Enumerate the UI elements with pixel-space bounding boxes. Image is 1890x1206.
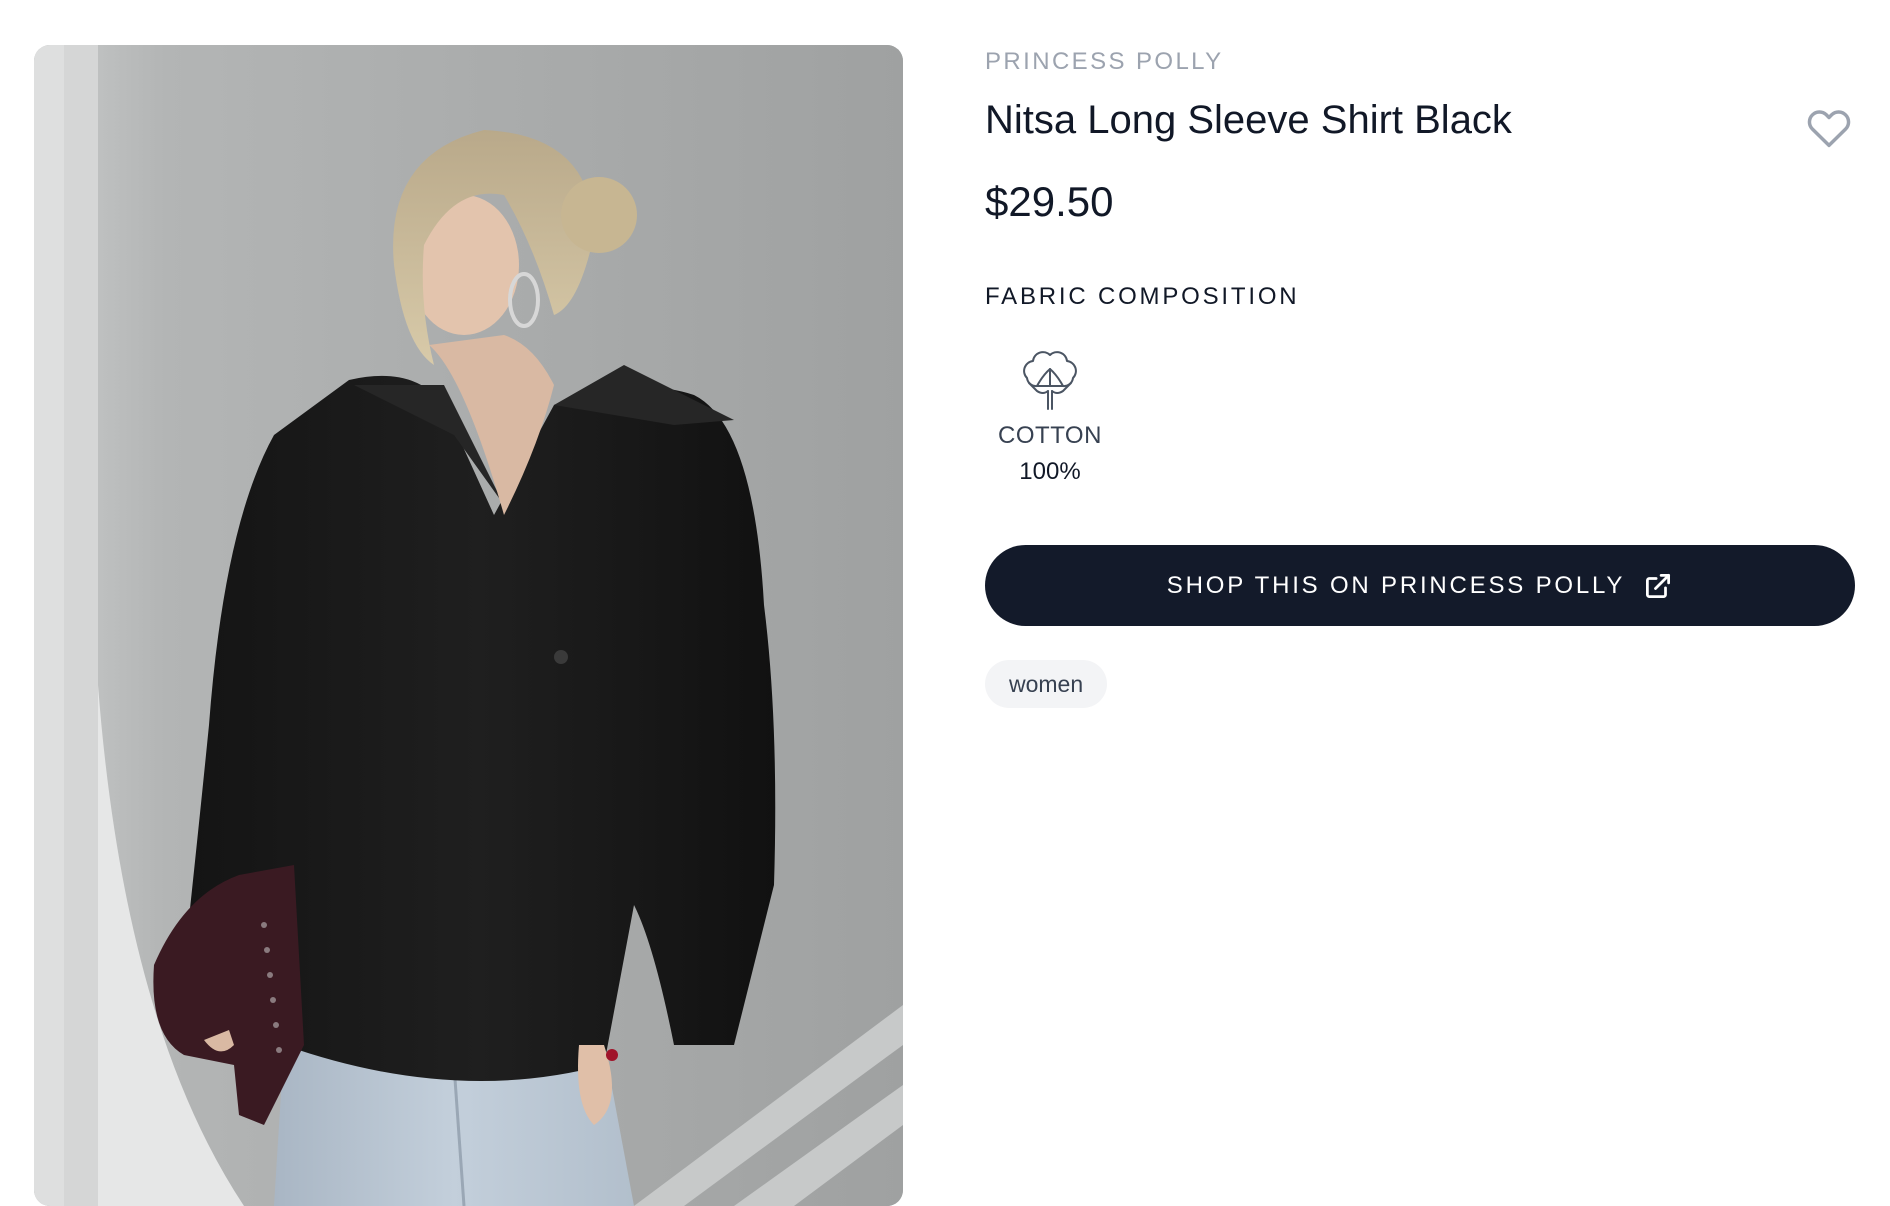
- tag-women[interactable]: women: [985, 660, 1108, 708]
- product-photo-illustration: [34, 45, 903, 1206]
- heart-outline-icon: [1807, 110, 1851, 148]
- product-image[interactable]: [34, 45, 903, 1206]
- fabric-item-cotton: COTTON 100%: [985, 345, 1115, 486]
- product-price: $29.50: [985, 178, 1114, 225]
- cotton-flower-icon: [1023, 351, 1077, 410]
- external-link-icon: [1646, 573, 1671, 598]
- brand-name[interactable]: PRINCESS POLLY: [985, 48, 1224, 76]
- shop-external-button[interactable]: SHOP THIS ON PRINCESS POLLY: [985, 545, 1855, 626]
- shop-button-label: SHOP THIS ON PRINCESS POLLY: [1166, 571, 1626, 599]
- product-page: PRINCESS POLLY Nitsa Long Sleeve Shirt B…: [0, 0, 1890, 1206]
- favorite-button[interactable]: [1803, 101, 1855, 153]
- product-title: Nitsa Long Sleeve Shirt Black: [985, 98, 1512, 142]
- fabric-composition-heading: FABRIC COMPOSITION: [985, 283, 1300, 310]
- fabric-percent: 100%: [1019, 458, 1081, 485]
- fabric-name: COTTON: [998, 422, 1102, 449]
